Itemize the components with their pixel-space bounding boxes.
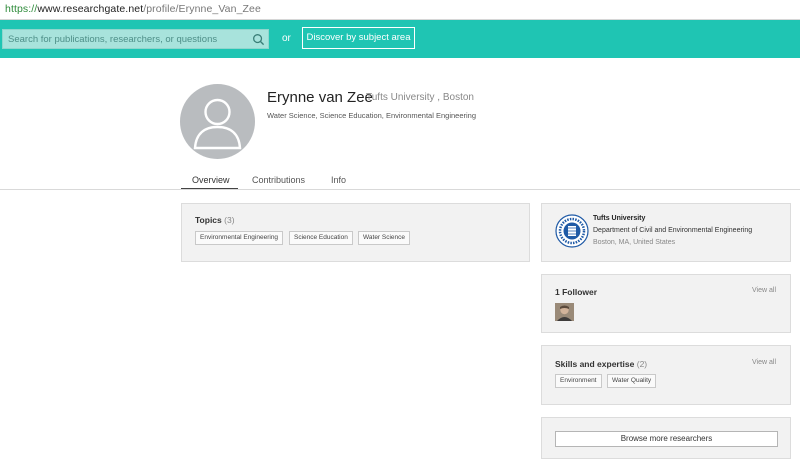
profile-disciplines: Water Science, Science Education, Enviro… (267, 111, 477, 120)
url-path: /profile/Erynne_Van_Zee (143, 3, 261, 15)
skills-chip-list: Environment Water Quality (555, 374, 755, 390)
tab-info[interactable]: Info (331, 175, 346, 185)
skills-title-label: Skills and expertise (555, 359, 635, 369)
topics-title: Topics (3) (195, 215, 235, 225)
discover-by-subject-button[interactable]: Discover by subject area (302, 27, 415, 49)
follower-photo-icon (555, 303, 574, 321)
skill-chip[interactable]: Water Quality (607, 374, 657, 388)
profile-institution[interactable]: Tufts University , Boston (366, 92, 474, 103)
topic-chip[interactable]: Environmental Engineering (195, 231, 284, 245)
skills-view-all-link[interactable]: View all (752, 359, 776, 366)
url-text: https://www.researchgate.net/profile/Ery… (5, 3, 261, 15)
skill-chip[interactable]: Environment (555, 374, 602, 388)
tab-contributions[interactable]: Contributions (252, 175, 305, 185)
search-icon[interactable] (252, 33, 265, 46)
university-name[interactable]: Tufts University (593, 215, 645, 222)
profile-name: Erynne van Zee (267, 89, 373, 106)
skills-count: (2) (636, 359, 648, 369)
followers-card: 1 Follower View all (541, 274, 791, 333)
search-placeholder: Search for publications, researchers, or… (8, 34, 218, 45)
browse-card: Browse more researchers (541, 417, 791, 459)
browse-more-researchers-button[interactable]: Browse more researchers (555, 431, 778, 447)
search-input[interactable]: Search for publications, researchers, or… (2, 29, 269, 49)
avatar[interactable] (180, 84, 255, 159)
url-host: www.researchgate.net (37, 3, 144, 15)
location-text: Boston, MA, United States (593, 239, 676, 246)
skills-card: Skills and expertise (2) View all Enviro… (541, 345, 791, 405)
topic-chip[interactable]: Water Science (358, 231, 411, 245)
site-header: Search for publications, researchers, or… (0, 20, 800, 58)
tab-overview[interactable]: Overview (192, 175, 230, 185)
topics-title-label: Topics (195, 215, 222, 225)
topic-chip[interactable]: Science Education (289, 231, 353, 245)
follower-avatar[interactable] (555, 303, 574, 321)
followers-view-all-link[interactable]: View all (752, 287, 776, 294)
url-scheme: https:// (5, 3, 38, 15)
or-label: or (282, 33, 291, 44)
affiliation-card: Tufts University Department of Civil and… (541, 203, 791, 262)
university-seal-icon (555, 214, 589, 248)
department-name[interactable]: Department of Civil and Environmental En… (593, 227, 752, 234)
address-bar[interactable]: https://www.researchgate.net/profile/Ery… (0, 0, 800, 20)
topics-card: Topics (3) Environmental Engineering Sci… (181, 203, 530, 262)
default-user-icon (193, 98, 242, 150)
skills-title: Skills and expertise (2) (555, 359, 647, 369)
topics-chip-list: Environmental Engineering Science Educat… (195, 231, 525, 247)
tab-divider (0, 189, 800, 190)
followers-title: 1 Follower (555, 287, 598, 297)
topics-count: (3) (224, 215, 235, 225)
